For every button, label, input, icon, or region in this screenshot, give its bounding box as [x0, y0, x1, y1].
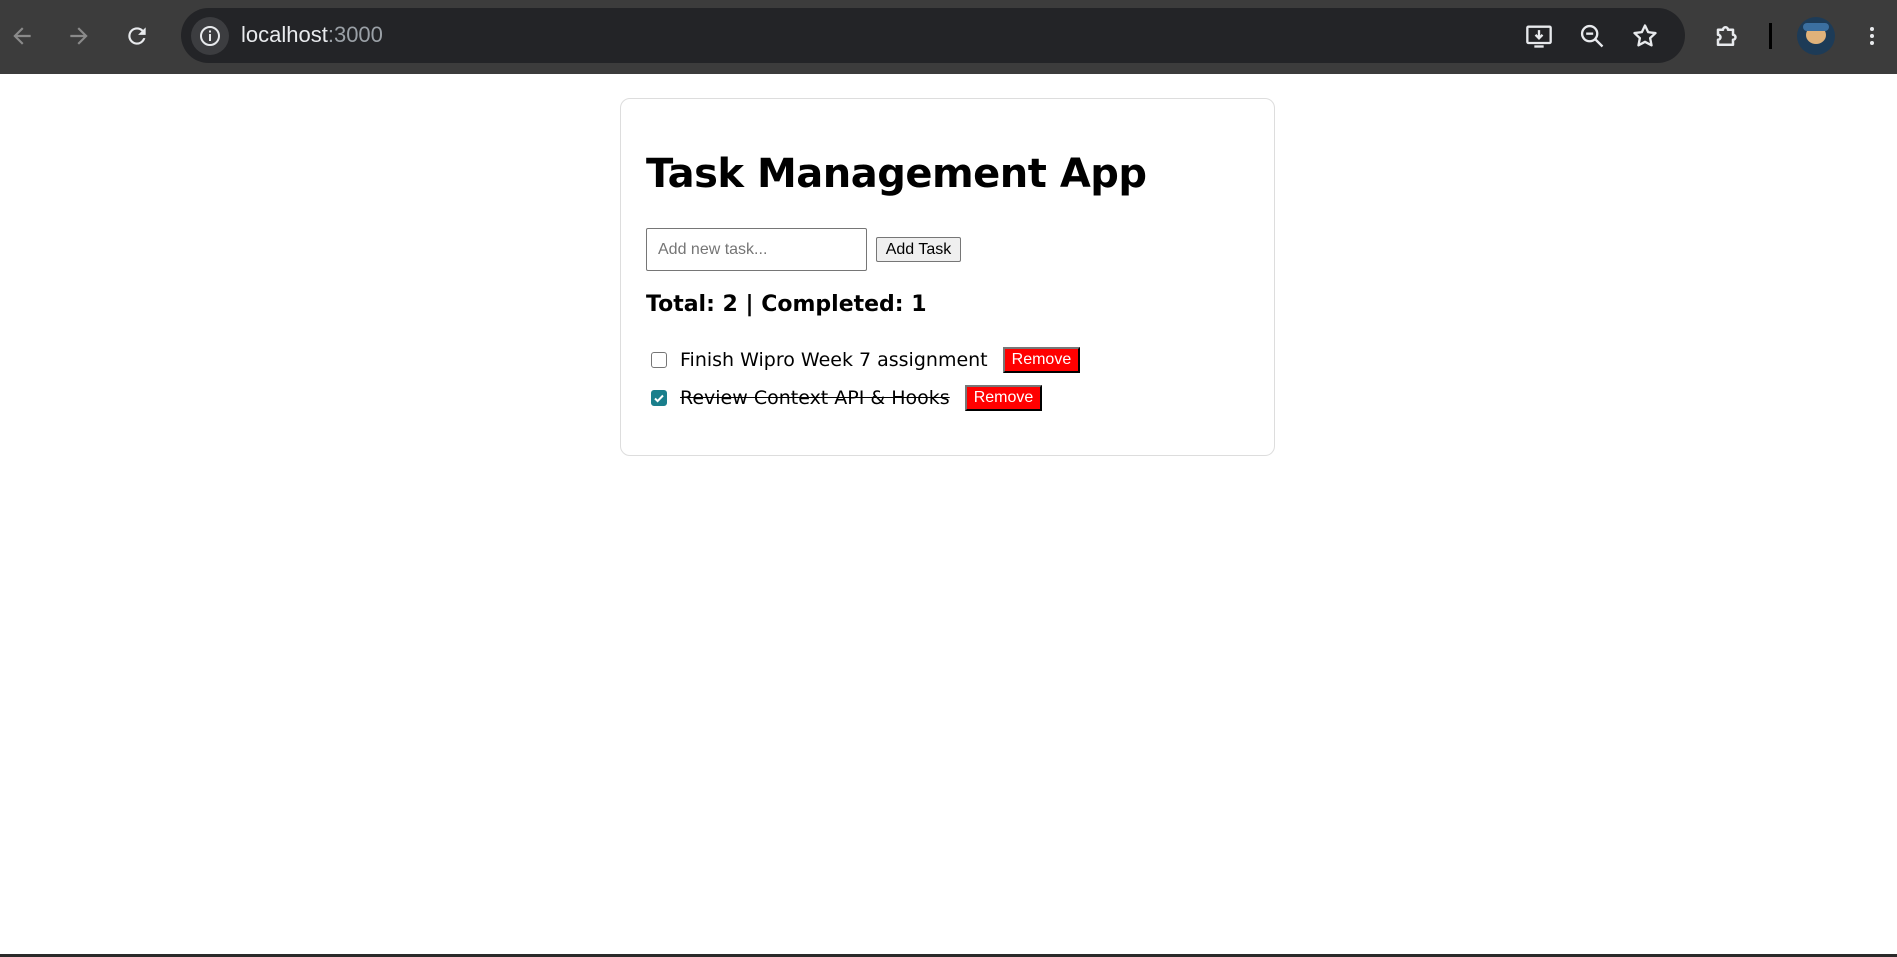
- back-button[interactable]: [0, 14, 44, 58]
- add-task-button[interactable]: Add Task: [876, 237, 961, 262]
- remove-task-button[interactable]: Remove: [964, 385, 1043, 411]
- puzzle-icon: [1716, 26, 1737, 46]
- task-stats: Total: 2 | Completed: 1: [646, 292, 927, 317]
- task-item: Finish Wipro Week 7 assignment Remove: [646, 346, 1081, 374]
- task-item: Review Context API & Hooks Remove: [646, 384, 1043, 412]
- bookmark-button[interactable]: [1629, 20, 1661, 52]
- task-checkbox[interactable]: [651, 352, 667, 368]
- page-title: Task Management App: [646, 151, 1147, 197]
- task-text: Finish Wipro Week 7 assignment: [680, 349, 988, 371]
- arrow-right-icon: [70, 27, 88, 45]
- toolbar-divider: [1769, 23, 1772, 49]
- forward-button[interactable]: [57, 14, 101, 58]
- new-task-input[interactable]: [646, 228, 867, 271]
- install-app-icon: [1526, 25, 1552, 48]
- star-icon: [1633, 24, 1657, 47]
- site-info-button[interactable]: [191, 17, 229, 55]
- info-icon: [200, 26, 220, 46]
- checkmark-icon: [654, 394, 664, 403]
- task-app-card: Task Management App Add Task Total: 2 | …: [620, 98, 1275, 456]
- browser-toolbar: localhost:3000: [0, 0, 1897, 74]
- remove-task-button[interactable]: Remove: [1002, 347, 1081, 373]
- extensions-button[interactable]: [1710, 18, 1746, 54]
- avatar-hat: [1803, 23, 1829, 31]
- task-checkbox[interactable]: [651, 390, 667, 406]
- zoom-out-icon: [1580, 24, 1604, 48]
- install-app-button[interactable]: [1523, 20, 1555, 52]
- kebab-menu-icon: [1870, 27, 1874, 45]
- browser-menu-button[interactable]: [1860, 18, 1884, 54]
- reload-icon: [128, 27, 146, 45]
- arrow-left-icon: [13, 27, 31, 45]
- reload-button[interactable]: [115, 14, 159, 58]
- url-text: localhost:3000: [241, 22, 383, 48]
- url-host: localhost: [241, 22, 328, 47]
- url-port: :3000: [327, 22, 383, 47]
- address-bar[interactable]: localhost:3000: [181, 8, 1685, 63]
- zoom-button[interactable]: [1576, 20, 1608, 52]
- task-text: Review Context API & Hooks: [680, 387, 950, 409]
- profile-avatar[interactable]: [1797, 17, 1835, 55]
